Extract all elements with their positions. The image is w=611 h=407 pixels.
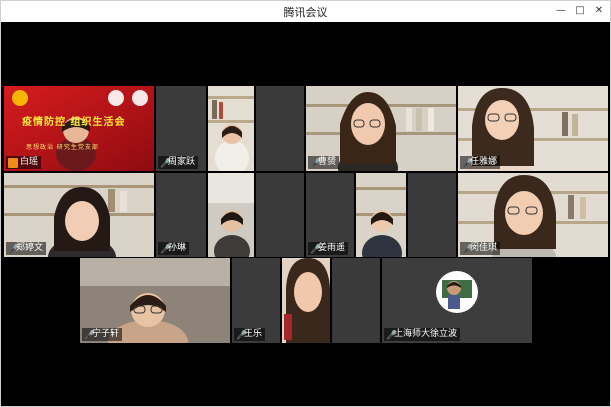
video-tile-empty-4[interactable] <box>332 258 380 343</box>
banner-subline: 思想政治 研究生党支部 <box>26 144 99 151</box>
video-grid: 疫情防控 组织生活会 思想政治 研究生党支部 白瑶 🎤 周家跃 🎤 曹赟 🎤 任… <box>1 22 610 406</box>
mic-muted-icon: 🎤 <box>310 159 322 169</box>
minimize-icon[interactable]: — <box>554 4 568 18</box>
video-tile-baiyao[interactable]: 疫情防控 组织生活会 思想政治 研究生党支部 白瑶 <box>4 86 154 171</box>
video-tile-window-room[interactable] <box>208 173 254 257</box>
video-tile-caoyun[interactable]: 🎤 曹赟 <box>306 86 456 171</box>
video-tile-bookshelf-2[interactable] <box>356 173 406 257</box>
mic-muted-icon: 🎤 <box>462 159 474 169</box>
video-tile-empty-2[interactable] <box>256 173 304 257</box>
video-tile-zhengtingwen[interactable]: 🎤 郑婷文 <box>4 173 154 257</box>
participant-label: 🎤 郑婷文 <box>6 242 47 255</box>
participant-label: 白瑶 <box>6 156 42 169</box>
meeting-window: 腾讯会议 — □ ✕ 疫情防控 组织生活会 思想政治 研究生党支部 白瑶 🎤 周… <box>0 0 611 407</box>
video-tile-wangle[interactable]: 🎤 王乐 <box>232 258 280 343</box>
participant-video <box>208 173 254 257</box>
mic-muted-icon: 🎤 <box>462 245 474 255</box>
video-tile-closeup[interactable] <box>282 258 330 343</box>
mic-muted-icon: 🎤 <box>84 331 96 341</box>
mic-muted-icon: 🎤 <box>310 245 322 255</box>
video-tile-minjiaqi[interactable]: 🎤 闵佳琪 <box>458 173 608 257</box>
participant-label: 🎤 曹赟 <box>308 156 340 169</box>
video-tile-ningzixuan[interactable]: 🎤 宁子轩 <box>80 258 230 343</box>
video-tile-jiangyuyao[interactable]: 🎤 姜雨遥 <box>306 173 354 257</box>
window-title: 腾讯会议 <box>283 6 328 19</box>
mic-active-icon <box>8 157 18 168</box>
participant-label: 🎤 王乐 <box>234 328 266 341</box>
video-tile-zhoujiayue[interactable]: 🎤 周家跃 <box>156 86 206 171</box>
video-tile-empty-1[interactable] <box>256 86 304 171</box>
video-tile-sunlin[interactable]: 🎤 孙琳 <box>156 173 206 257</box>
mic-muted-icon: 🎤 <box>8 245 20 255</box>
video-tile-renyana[interactable]: 🎤 任雅娜 <box>458 86 608 171</box>
participant-label: 🎤 周家跃 <box>158 156 199 169</box>
participant-label: 🎤 上海师大徐立波 <box>384 328 461 341</box>
participant-label: 🎤 孙琳 <box>158 242 190 255</box>
maximize-icon[interactable]: □ <box>573 4 587 18</box>
mic-muted-icon: 🎤 <box>236 331 248 341</box>
participant-video <box>356 173 406 257</box>
mic-muted-icon: 🎤 <box>160 245 172 255</box>
participant-label: 🎤 任雅娜 <box>460 156 501 169</box>
video-tile-xulibo[interactable]: 🎤 上海师大徐立波 <box>382 258 532 343</box>
participant-video <box>208 86 254 171</box>
title-bar: 腾讯会议 — □ ✕ <box>1 1 610 22</box>
video-tile-bookshelf-1[interactable] <box>208 86 254 171</box>
participant-label: 🎤 宁子轩 <box>82 328 123 341</box>
participant-video <box>282 258 330 343</box>
banner-headline: 疫情防控 组织生活会 <box>22 117 126 128</box>
participant-label: 🎤 姜雨遥 <box>308 242 349 255</box>
mic-muted-icon: 🎤 <box>160 159 172 169</box>
close-icon[interactable]: ✕ <box>592 4 606 18</box>
mic-muted-icon: 🎤 <box>386 331 398 341</box>
participant-label: 🎤 闵佳琪 <box>460 242 501 255</box>
video-tile-empty-3[interactable] <box>408 173 456 257</box>
